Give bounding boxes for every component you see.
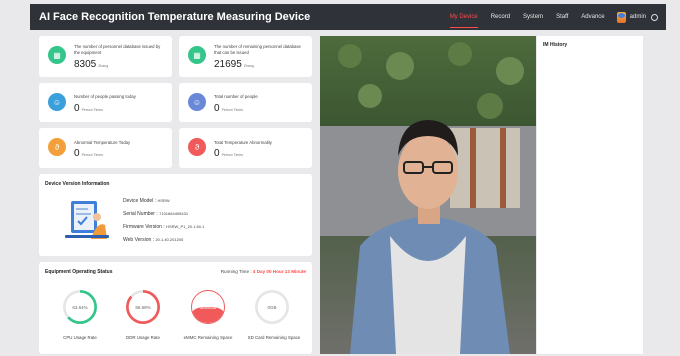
stat-value: 0 Person Times [74, 103, 103, 114]
power-icon[interactable] [651, 13, 658, 21]
app-title: AI Face Recognition Temperature Measurin… [39, 11, 311, 23]
nav-advance[interactable]: Advance [581, 4, 604, 30]
firmware-version-row: Firmware Version : HSRW_P1_20.1.60.1 [123, 224, 205, 230]
camera-feed [320, 36, 536, 354]
gauge-label: CPU Usage Rate [63, 335, 97, 340]
thermometer-icon: ϑ [48, 138, 66, 156]
stat-card-passing-today: ☺ Number of people passing today 0 Person… [39, 83, 172, 122]
camera-frame [320, 36, 536, 354]
stat-value: 0 Person Times [74, 148, 103, 159]
nav-record[interactable]: Record [491, 4, 510, 30]
stat-card-issued: ▦ The number of personnel database issue… [39, 36, 172, 77]
stat-card-remaining: ▦ The number of remaining personnel data… [179, 36, 312, 77]
stat-label: Number of people passing today [74, 94, 136, 99]
nav-staff[interactable]: Staff [556, 4, 568, 30]
stat-value: 0 Person Times [214, 103, 243, 114]
user-menu[interactable]: admin [616, 11, 666, 23]
gauge-label: eMMC Remaining Space [183, 335, 233, 340]
thermometer-icon: ϑ [188, 138, 206, 156]
top-bar: AI Face Recognition Temperature Measurin… [30, 4, 666, 30]
operating-status-card: Equipment Operating Status Running Time … [39, 262, 312, 354]
main-nav: My Device Record System Staff Advance [437, 4, 605, 30]
users-icon: ☺ [188, 93, 206, 111]
stat-value: 0 Person Times [214, 148, 243, 159]
running-time: Running Time : 4 Day 00 Hour 13 Minute [220, 269, 306, 274]
ddr-usage-gauge: 86.68% [126, 290, 160, 324]
device-illustration-icon [65, 201, 109, 239]
database-icon: ▦ [188, 46, 206, 64]
stat-value: 21695 Zhang [214, 59, 254, 70]
nav-my-device[interactable]: My Device [449, 4, 478, 30]
device-info-card: Device Version Information Device Model … [39, 174, 312, 256]
stat-label: Total Temperature Abnormality [214, 140, 272, 145]
database-icon: ▦ [48, 46, 66, 64]
web-version-row: Web Version : 20.1.40.201205 [123, 237, 184, 243]
sd-card-space-gauge: 0GB [255, 290, 289, 324]
section-title: Equipment Operating Status [45, 269, 113, 275]
serial-number-row: Serial Number : 7101664495431 [123, 211, 189, 217]
panel-title: IM History [543, 42, 568, 48]
section-title: Device Version Information [45, 181, 110, 187]
stat-label: The number of personnel database issued … [74, 44, 161, 55]
stat-card-total-abnormal: ϑ Total Temperature Abnormality 0 Person … [179, 128, 312, 168]
cpu-usage-gauge: 63.64% [63, 290, 97, 324]
nav-system[interactable]: System [523, 4, 543, 30]
stat-value: 8305 Zhang [74, 59, 109, 70]
device-model-row: Device Model : HSRW [123, 198, 170, 204]
gauge-label: SD Card Remaining Space [247, 335, 301, 340]
user-name: admin [629, 14, 646, 20]
users-icon: ☺ [48, 93, 66, 111]
gauge-label: DDR Usage Rate [126, 335, 160, 340]
stat-label: Total number of people [214, 94, 258, 99]
stat-card-abnormal-today: ϑ Abnormal Temperature Today 0 Person Tim… [39, 128, 172, 168]
stat-card-total-people: ☺ Total number of people 0 Person Times [179, 83, 312, 122]
emmc-space-gauge: 1645GB [191, 290, 225, 324]
stat-label: Abnormal Temperature Today [74, 140, 131, 145]
im-history-panel: IM History [537, 36, 643, 354]
stat-label: The number of remaining personnel databa… [214, 44, 301, 55]
avatar [616, 11, 626, 23]
